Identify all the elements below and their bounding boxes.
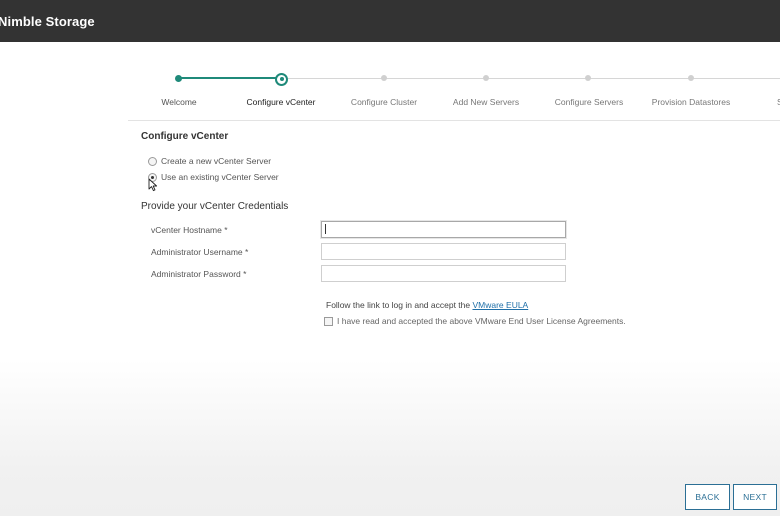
stepper-track-remaining bbox=[281, 78, 780, 79]
step-label-configure-servers: Configure Servers bbox=[554, 97, 624, 107]
password-label: Administrator Password * bbox=[151, 269, 247, 279]
text-caret bbox=[325, 224, 326, 234]
step-label-provision-datastores: Provision Datastores bbox=[651, 97, 731, 107]
step-marker-add-new-servers bbox=[483, 75, 489, 81]
vmware-eula-link[interactable]: VMware EULA bbox=[472, 300, 528, 310]
radio-create-new-vcenter[interactable]: Create a new vCenter Server bbox=[148, 156, 271, 166]
hostname-label: vCenter Hostname * bbox=[151, 225, 228, 235]
eula-prompt-text: Follow the link to log in and accept the bbox=[326, 300, 473, 310]
step-label-welcome[interactable]: Welcome bbox=[161, 97, 196, 107]
next-button[interactable]: NEXT bbox=[733, 484, 777, 510]
eula-accept-label[interactable]: I have read and accepted the above VMwar… bbox=[337, 316, 626, 326]
stepper-divider bbox=[128, 120, 780, 121]
admin-username-input[interactable] bbox=[321, 243, 566, 260]
back-button[interactable]: BACK bbox=[685, 484, 730, 510]
radio-label-use-existing[interactable]: Use an existing vCenter Server bbox=[161, 172, 279, 182]
step-marker-configure-vcenter[interactable] bbox=[275, 72, 288, 86]
step-label-add-new-servers: Add New Servers bbox=[452, 97, 520, 107]
eula-accept-checkbox[interactable] bbox=[324, 316, 333, 326]
mouse-cursor-icon bbox=[148, 178, 158, 192]
username-label: Administrator Username * bbox=[151, 247, 249, 257]
wizard-stepper: Welcome Configure vCenter Configure Clus… bbox=[0, 0, 780, 120]
step-marker-welcome[interactable] bbox=[175, 74, 182, 82]
radio-label-create-new[interactable]: Create a new vCenter Server bbox=[161, 156, 271, 166]
step-marker-configure-servers bbox=[585, 75, 591, 81]
configure-vcenter-heading: Configure vCenter bbox=[141, 131, 229, 142]
step-label-configure-cluster: Configure Cluster bbox=[350, 97, 418, 107]
radio-use-existing-vcenter[interactable]: Use an existing vCenter Server bbox=[148, 172, 279, 182]
credentials-heading: Provide your vCenter Credentials bbox=[141, 201, 289, 212]
stepper-track-complete bbox=[178, 77, 281, 79]
radio-button-create-new[interactable] bbox=[148, 156, 157, 166]
step-marker-provision-datastores bbox=[688, 75, 694, 81]
eula-accept-row[interactable]: I have read and accepted the above VMwar… bbox=[324, 316, 626, 326]
step-marker-configure-cluster bbox=[381, 75, 387, 81]
admin-password-input[interactable] bbox=[321, 265, 566, 282]
eula-prompt: Follow the link to log in and accept the… bbox=[326, 300, 528, 310]
step-label-configure-vcenter[interactable]: Configure vCenter bbox=[247, 97, 316, 107]
vcenter-hostname-input[interactable] bbox=[321, 221, 566, 238]
